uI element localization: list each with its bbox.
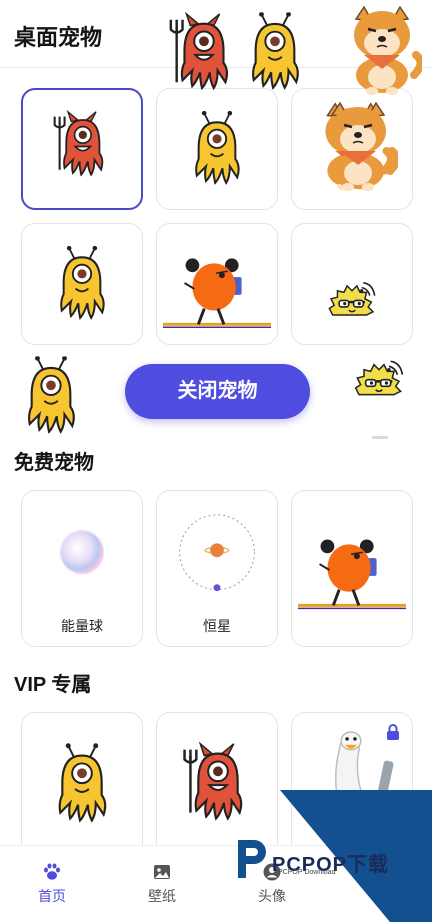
orange-bean-runner-icon (297, 538, 407, 610)
scroll-indicator (372, 436, 388, 439)
pet-card-hedgehog[interactable] (291, 223, 413, 345)
tab-label: 壁纸 (148, 888, 176, 904)
tab-label: 首页 (38, 888, 66, 904)
yellow-alien-octopus-icon (195, 110, 240, 184)
hedgehog-wifi-icon (328, 281, 376, 317)
close-pet-button[interactable]: 关闭宠物 (125, 364, 310, 419)
pet-card-yellow-alien[interactable] (156, 88, 278, 210)
floating-devil-pet[interactable] (168, 12, 238, 90)
floating-yellow-alien-pet[interactable] (246, 12, 304, 90)
desktop-pets-title: 桌面宠物 (14, 25, 103, 50)
free-pet-card-star[interactable]: 恒星 (156, 490, 278, 647)
lock-icon (387, 724, 399, 740)
free-pet-card-bean[interactable] (291, 490, 413, 647)
free-pets-title: 免费宠物 (14, 452, 94, 474)
watermark-p-icon (238, 840, 266, 878)
tab-wallpaper[interactable]: 壁纸 (122, 862, 202, 906)
yellow-alien-octopus-icon (60, 245, 105, 319)
floating-yellow-alien-pet-2[interactable] (22, 356, 80, 434)
floating-shiba-pet[interactable] (342, 4, 422, 96)
tab-home[interactable]: 首页 (12, 862, 92, 906)
pet-card-orange-bean[interactable] (156, 223, 278, 345)
watermark-subtext: PCPOP Download (278, 869, 336, 876)
free-pet-card-energy-orb[interactable]: 能量球 (21, 490, 143, 647)
pet-card-devil[interactable] (21, 88, 143, 210)
vip-title: VIP 专属 (14, 674, 92, 696)
paw-icon (44, 863, 60, 880)
orange-bean-runner-icon (162, 256, 272, 329)
free-pet-label: 能量球 (61, 618, 103, 634)
devil-octopus-icon (53, 110, 104, 176)
floating-shiba-pet-2[interactable] (318, 100, 398, 192)
pet-card-yellow-alien-2[interactable] (21, 223, 143, 345)
image-icon (154, 865, 170, 879)
floating-hedgehog-pet[interactable] (354, 358, 404, 408)
free-pet-label: 恒星 (203, 618, 231, 634)
